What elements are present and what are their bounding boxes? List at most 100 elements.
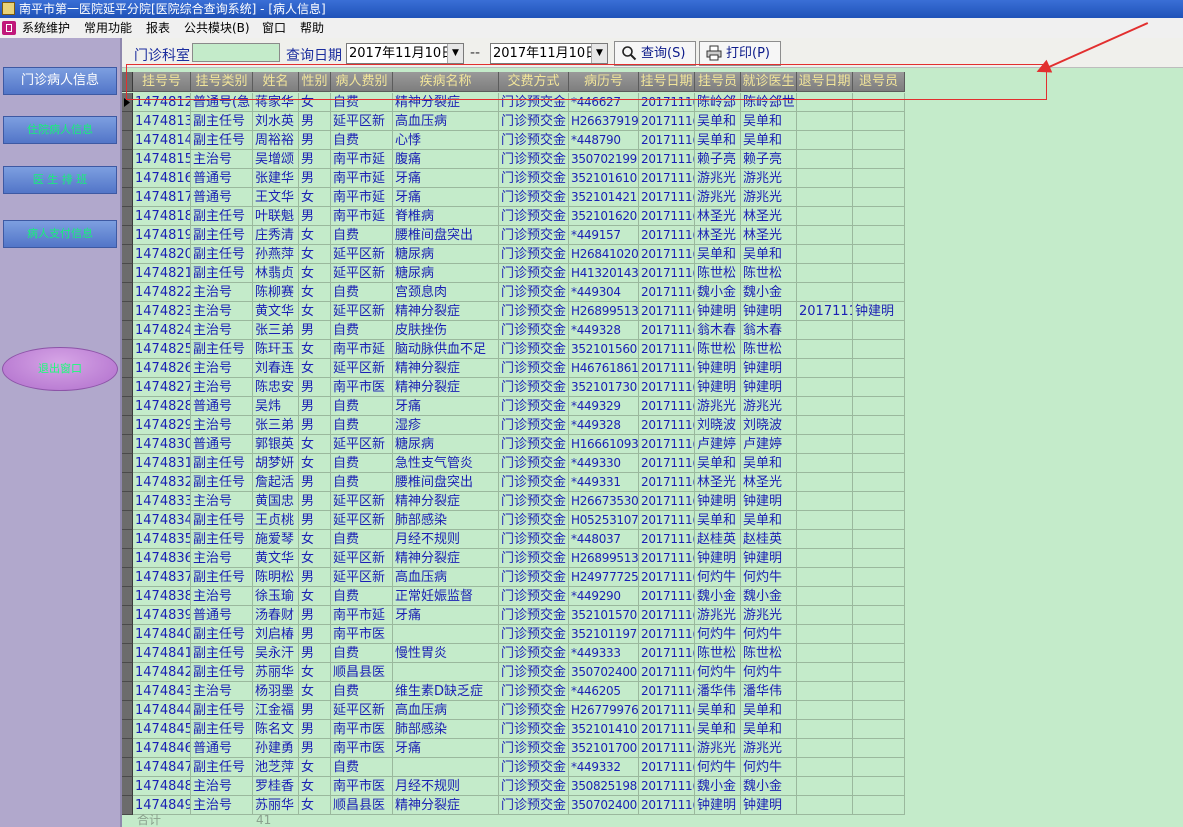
cell-registrar[interactable]: 钟建明	[695, 378, 741, 397]
cell-doctor[interactable]: 游兆光	[741, 606, 797, 625]
cell-refund-clerk[interactable]	[853, 321, 905, 340]
table-row[interactable]: 1474834 副主任号 王贞桃男延平区新 肺部感染 门诊预交金 H05253107 201…	[122, 511, 905, 530]
cell-reg-date[interactable]: 2017111(	[639, 435, 695, 454]
cell-gender[interactable]: 女	[299, 302, 331, 321]
cell-reg-no[interactable]: 1474839	[133, 606, 191, 625]
cell-registrar[interactable]: 何灼牛	[695, 625, 741, 644]
cell-registrar[interactable]: 游兆光	[695, 188, 741, 207]
cell-disease[interactable]: 正常妊娠监督	[393, 587, 499, 606]
cell-pay-method[interactable]: 门诊预交金	[499, 739, 569, 758]
cell-pay-method[interactable]: 门诊预交金	[499, 777, 569, 796]
cell-record-no[interactable]: 350825198	[569, 777, 639, 796]
row-selector[interactable]	[122, 511, 133, 530]
cell-record-no[interactable]: 352101570	[569, 606, 639, 625]
cell-gender[interactable]: 男	[299, 112, 331, 131]
cell-refund-clerk[interactable]	[853, 511, 905, 530]
cell-disease[interactable]: 心悸	[393, 131, 499, 150]
cell-disease[interactable]: 高血压病	[393, 568, 499, 587]
cell-pay-method[interactable]: 门诊预交金	[499, 606, 569, 625]
table-row[interactable]: 1474832 副主任号 詹起活男自费 腰椎间盘突出 门诊预交金 *449331 20171…	[122, 473, 905, 492]
cell-refund-date[interactable]	[797, 150, 853, 169]
row-selector[interactable]	[122, 739, 133, 758]
cell-registrar[interactable]: 魏小金	[695, 587, 741, 606]
row-selector[interactable]	[122, 378, 133, 397]
cell-refund-clerk[interactable]	[853, 549, 905, 568]
cell-pay-method[interactable]: 门诊预交金	[499, 169, 569, 188]
cell-reg-date[interactable]: 2017111(	[639, 150, 695, 169]
cell-reg-date[interactable]: 2017111(	[639, 207, 695, 226]
cell-reg-date[interactable]: 2017111(	[639, 720, 695, 739]
cell-gender[interactable]: 男	[299, 397, 331, 416]
cell-doctor[interactable]: 何灼牛	[741, 758, 797, 777]
cell-refund-date[interactable]	[797, 188, 853, 207]
cell-record-no[interactable]: H26673530	[569, 492, 639, 511]
cell-pay-method[interactable]: 门诊预交金	[499, 511, 569, 530]
cell-disease[interactable]: 肺部感染	[393, 720, 499, 739]
cell-reg-date[interactable]: 2017111(	[639, 416, 695, 435]
print-button[interactable]: 打印(P)	[699, 41, 781, 66]
sidebar-item-inpatient-info[interactable]: 住院病人信息	[3, 116, 117, 144]
cell-refund-date[interactable]	[797, 625, 853, 644]
cell-pay-method[interactable]: 门诊预交金	[499, 663, 569, 682]
cell-record-no[interactable]: *449304	[569, 283, 639, 302]
cell-registrar[interactable]: 钟建明	[695, 492, 741, 511]
cell-reg-no[interactable]: 1474819	[133, 226, 191, 245]
table-row[interactable]: 1474814 副主任号 周裕裕男自费 心悸 门诊预交金 *448790 2017111(吴…	[122, 131, 905, 150]
cell-reg-date[interactable]: 2017111(	[639, 777, 695, 796]
table-row[interactable]: 1474833 主治号 黄国忠男延平区新 精神分裂症 门诊预交金 H26673530 201…	[122, 492, 905, 511]
cell-registrar[interactable]: 钟建明	[695, 302, 741, 321]
cell-reg-type[interactable]: 主治号	[191, 777, 253, 796]
cell-record-no[interactable]: H26841020	[569, 245, 639, 264]
cell-refund-clerk[interactable]	[853, 112, 905, 131]
cell-record-no[interactable]: *449290	[569, 587, 639, 606]
cell-registrar[interactable]: 林圣光	[695, 473, 741, 492]
cell-refund-clerk[interactable]	[853, 131, 905, 150]
cell-doctor[interactable]: 吴单和	[741, 511, 797, 530]
sidebar-item-outpatient-info[interactable]: 门诊病人信息	[3, 67, 117, 95]
cell-disease[interactable]: 皮肤挫伤	[393, 321, 499, 340]
cell-reg-no[interactable]: 1474838	[133, 587, 191, 606]
table-row[interactable]: 1474825 副主任号 陈玕玉女南平市延 脑动脉供血不足 门诊预交金 352101560…	[122, 340, 905, 359]
cell-reg-date[interactable]: 2017111(	[639, 682, 695, 701]
cell-fee-type[interactable]: 延平区新	[331, 302, 393, 321]
cell-disease[interactable]	[393, 663, 499, 682]
cell-doctor[interactable]: 刘晓波	[741, 416, 797, 435]
date-from-picker[interactable]: 2017年11月10日 ▼	[346, 43, 464, 64]
cell-fee-type[interactable]: 延平区新	[331, 359, 393, 378]
cell-reg-date[interactable]: 2017111(	[639, 530, 695, 549]
cell-pay-method[interactable]: 门诊预交金	[499, 131, 569, 150]
table-row[interactable]: 1474847 副主任号 池芝萍女自费 门诊预交金 *449332 2017111(何灼牛…	[122, 758, 905, 777]
cell-refund-clerk[interactable]	[853, 340, 905, 359]
cell-reg-no[interactable]: 1474823	[133, 302, 191, 321]
cell-registrar[interactable]: 吴单和	[695, 454, 741, 473]
cell-reg-type[interactable]: 副主任号	[191, 226, 253, 245]
cell-doctor[interactable]: 陈世松	[741, 264, 797, 283]
row-selector[interactable]	[122, 321, 133, 340]
cell-doctor[interactable]: 魏小金	[741, 587, 797, 606]
cell-refund-date[interactable]	[797, 739, 853, 758]
cell-pay-method[interactable]: 门诊预交金	[499, 473, 569, 492]
cell-fee-type[interactable]: 自费	[331, 397, 393, 416]
cell-reg-date[interactable]: 2017111(	[639, 701, 695, 720]
cell-name[interactable]: 刘春连	[253, 359, 299, 378]
cell-reg-no[interactable]: 1474844	[133, 701, 191, 720]
cell-gender[interactable]: 男	[299, 568, 331, 587]
table-row[interactable]: 1474831 副主任号 胡梦妍女自费 急性支气管炎 门诊预交金 *449330 20171…	[122, 454, 905, 473]
cell-registrar[interactable]: 吴单和	[695, 720, 741, 739]
menu-public-modules[interactable]: 公共模块(B)	[184, 18, 250, 38]
cell-registrar[interactable]: 陈世松	[695, 340, 741, 359]
cell-doctor[interactable]: 林圣光	[741, 207, 797, 226]
cell-reg-no[interactable]: 1474815	[133, 150, 191, 169]
cell-name[interactable]: 汤春财	[253, 606, 299, 625]
cell-fee-type[interactable]: 顺昌县医	[331, 663, 393, 682]
cell-gender[interactable]: 男	[299, 378, 331, 397]
cell-record-no[interactable]: 352101421	[569, 188, 639, 207]
cell-pay-method[interactable]: 门诊预交金	[499, 283, 569, 302]
cell-refund-clerk[interactable]	[853, 435, 905, 454]
cell-gender[interactable]: 男	[299, 644, 331, 663]
cell-name[interactable]: 王文华	[253, 188, 299, 207]
cell-reg-no[interactable]: 1474841	[133, 644, 191, 663]
cell-reg-date[interactable]: 2017111(	[639, 568, 695, 587]
cell-refund-date[interactable]	[797, 473, 853, 492]
cell-doctor[interactable]: 钟建明	[741, 302, 797, 321]
